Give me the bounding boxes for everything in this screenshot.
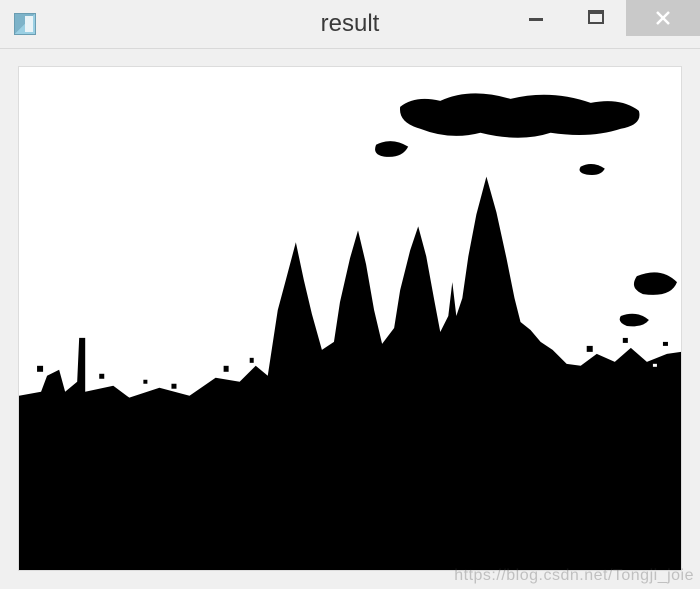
binary-image-content (19, 67, 681, 570)
client-area (0, 48, 700, 589)
maximize-button[interactable] (566, 0, 626, 36)
window-controls (506, 0, 700, 48)
watermark-text: https://blog.csdn.net/Tongji_joie (454, 567, 694, 585)
close-icon (653, 8, 673, 28)
minimize-button[interactable] (506, 0, 566, 36)
titlebar[interactable]: result (0, 0, 700, 49)
close-button[interactable] (626, 0, 700, 36)
minimize-icon (527, 9, 545, 27)
app-icon (14, 13, 36, 35)
result-image (18, 66, 682, 571)
maximize-icon (587, 9, 605, 27)
app-window: result (0, 0, 700, 589)
